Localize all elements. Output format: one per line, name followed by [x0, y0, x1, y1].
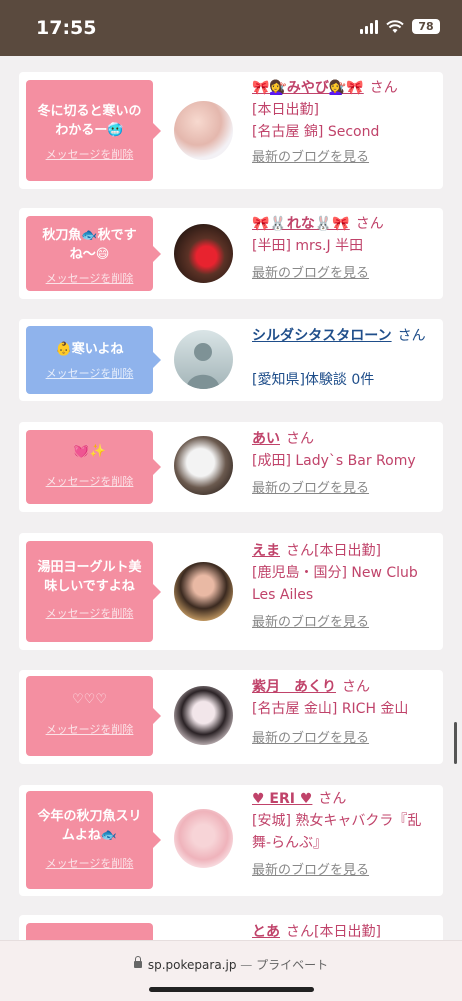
message-text: 👶寒いよね: [55, 342, 124, 357]
browser-url-bar[interactable]: sp.pokepara.jp — プライベート: [0, 940, 462, 1001]
profile-name-link[interactable]: 🎀🐰れな🐰🎀: [252, 216, 350, 232]
profile-info: 🎀💇‍♀️みやび💇‍♀️🎀 さん [本日出勤] [名古屋 錦] Second 最新…: [252, 77, 437, 169]
message-text: 秋刀魚🐟秋ですね〜😄: [42, 228, 137, 262]
profile-info: ♥ ERI ♥ さん [安城] 熟女キャバクラ『乱舞-らんぶ』 最新のブログを見る: [252, 788, 437, 882]
url-display[interactable]: sp.pokepara.jp — プライベート: [0, 956, 462, 973]
message-bubble: 秋刀魚🐟秋ですね〜😄 メッセージを削除: [26, 216, 161, 291]
message-text: 湯田ヨーグルト美味しいですよね: [37, 560, 142, 594]
profile-name-link[interactable]: 🎀💇‍♀️みやび💇‍♀️🎀: [252, 80, 364, 96]
profile-name-link[interactable]: とあ: [252, 924, 280, 940]
honorific: さん: [397, 328, 426, 344]
message-card: 今年の秋刀魚スリムよね🐟 メッセージを削除 ♥ ERI ♥ さん [安城] 熟女キ…: [19, 785, 443, 896]
shift-status: [本日出勤]: [252, 102, 319, 118]
blog-link[interactable]: 最新のブログを見る: [252, 478, 437, 500]
message-bubble: 💓✨ メッセージを削除: [26, 430, 161, 504]
message-bubble: ♡♡♡ メッセージを削除: [26, 676, 161, 756]
message-bubble: 冬に切ると寒いのわかるー🥶 メッセージを削除: [26, 80, 161, 181]
message-card: ♡♡♡ メッセージを削除 紫月 あくり さん [名古屋 金山] RICH 金山 最…: [19, 670, 443, 764]
honorific: さん: [286, 543, 314, 559]
profile-info: あい さん [成田] Lady`s Bar Romy 最新のブログを見る: [252, 428, 437, 500]
shop-info: [成田] Lady`s Bar Romy: [252, 453, 416, 469]
avatar[interactable]: [174, 809, 233, 868]
avatar[interactable]: [174, 101, 233, 160]
avatar[interactable]: [174, 330, 233, 389]
honorific: さん: [369, 80, 398, 96]
delete-message-link[interactable]: メッセージを削除: [32, 605, 147, 621]
avatar[interactable]: [174, 562, 233, 621]
shop-info: [名古屋 金山] RICH 金山: [252, 701, 409, 717]
message-card: 冬に切ると寒いのわかるー🥶 メッセージを削除 🎀💇‍♀️みやび💇‍♀️🎀 さん […: [19, 72, 443, 189]
message-text: 冬に切ると寒いのわかるー🥶: [37, 104, 142, 138]
status-time: 17:55: [36, 17, 97, 39]
message-text: 💓✨: [73, 444, 106, 459]
status-bar: 17:55 78: [0, 0, 462, 56]
delete-message-link[interactable]: メッセージを削除: [32, 473, 147, 489]
honorific: さん: [286, 924, 314, 940]
message-text: 今年の秋刀魚スリムよね🐟: [37, 809, 142, 843]
home-indicator[interactable]: [149, 987, 314, 992]
delete-message-link[interactable]: メッセージを削除: [32, 855, 147, 871]
message-bubble: 今年の秋刀魚スリムよね🐟 メッセージを削除: [26, 791, 161, 889]
message-text: ♡♡♡: [72, 692, 107, 707]
profile-name-link[interactable]: あい: [252, 431, 280, 447]
shift-status: [本日出勤]: [314, 543, 381, 559]
profile-info: 🎀🐰れな🐰🎀 さん [半田] mrs.J 半田 最新のブログを見る: [252, 213, 437, 285]
message-card: 👶寒いよね メッセージを削除 シルダシタスタローン さん [愛知県]体験談 0件: [19, 319, 443, 401]
delete-message-link[interactable]: メッセージを削除: [32, 146, 147, 162]
honorific: さん: [318, 791, 347, 807]
message-bubble: 👶寒いよね メッセージを削除: [26, 326, 161, 394]
avatar[interactable]: [174, 436, 233, 495]
profile-name-link[interactable]: ♥ ERI ♥: [252, 791, 312, 807]
private-mode-label: プライベート: [256, 958, 329, 972]
scrollbar-thumb[interactable]: [454, 722, 457, 764]
profile-info: えま さん[本日出勤] [鹿児島・国分] New Club Les Ailes 最…: [252, 540, 437, 634]
blog-link[interactable]: 最新のブログを見る: [252, 147, 437, 169]
honorific: さん: [342, 679, 370, 695]
delete-message-link[interactable]: メッセージを削除: [32, 270, 147, 286]
no-photo-icon: [186, 343, 220, 389]
profile-name-link[interactable]: シルダシタスタローン: [252, 328, 392, 344]
profile-info: シルダシタスタローン さん [愛知県]体験談 0件: [252, 325, 437, 391]
profile-name-link[interactable]: 紫月 あくり: [252, 679, 336, 695]
shift-status: [本日出勤]: [314, 924, 381, 940]
review-info: [愛知県]体験談 0件: [252, 372, 375, 388]
url-domain: sp.pokepara.jp: [147, 958, 237, 972]
profile-name-link[interactable]: えま: [252, 543, 280, 559]
message-card: 湯田ヨーグルト美味しいですよね メッセージを削除 えま さん[本日出勤] [鹿児島…: [19, 533, 443, 650]
status-icons: 78: [360, 19, 440, 34]
url-separator: —: [240, 958, 253, 972]
wifi-icon: [386, 19, 404, 33]
delete-message-link[interactable]: メッセージを削除: [32, 365, 147, 381]
avatar[interactable]: [174, 224, 233, 283]
message-bubble: 湯田ヨーグルト美味しいですよね メッセージを削除: [26, 541, 161, 642]
message-card: 💓✨ メッセージを削除 あい さん [成田] Lady`s Bar Romy 最新…: [19, 422, 443, 512]
shop-info: [安城] 熟女キャバクラ『乱舞-らんぶ』: [252, 813, 422, 851]
lock-icon: [133, 956, 142, 968]
delete-message-link[interactable]: メッセージを削除: [32, 721, 147, 737]
blog-link[interactable]: 最新のブログを見る: [252, 860, 437, 882]
blog-link[interactable]: 最新のブログを見る: [252, 263, 437, 285]
cellular-signal-icon: [360, 19, 378, 34]
shop-info: [半田] mrs.J 半田: [252, 238, 364, 254]
battery-icon: 78: [412, 19, 440, 34]
honorific: さん: [355, 216, 384, 232]
honorific: さん: [286, 431, 314, 447]
message-card: 秋刀魚🐟秋ですね〜😄 メッセージを削除 🎀🐰れな🐰🎀 さん [半田] mrs.J …: [19, 208, 443, 299]
shop-info: [名古屋 錦] Second: [252, 124, 380, 140]
avatar[interactable]: [174, 686, 233, 745]
blog-link[interactable]: 最新のブログを見る: [252, 728, 437, 750]
blog-link[interactable]: 最新のブログを見る: [252, 612, 437, 634]
shop-info: [鹿児島・国分] New Club Les Ailes: [252, 565, 418, 603]
profile-info: 紫月 あくり さん [名古屋 金山] RICH 金山 最新のブログを見る: [252, 676, 437, 750]
